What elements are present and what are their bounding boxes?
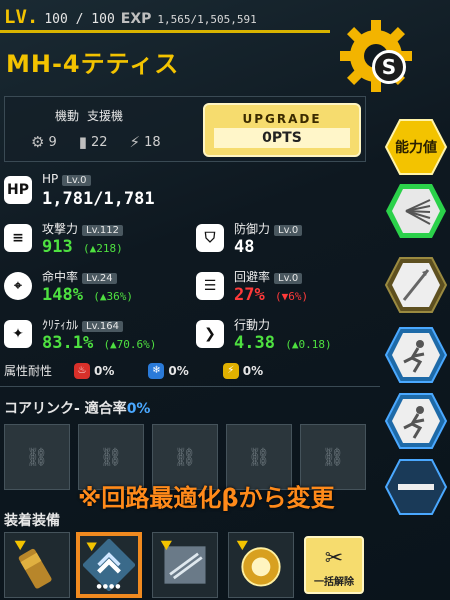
hp-icon: HP [4, 176, 32, 204]
rank-dots: ●●●● [96, 583, 122, 590]
exp-value: 1,565/1,505,591 [157, 13, 257, 26]
link-icon: ⛓ [25, 446, 49, 468]
link-icon: ⛓ [173, 446, 197, 468]
link-icon: ⛓ [321, 446, 345, 468]
stat-defense-name: 防御力 Lv.0 [234, 220, 303, 237]
tab-skill-5[interactable] [384, 458, 448, 516]
level-row: LV. 100 / 100 EXP 1,565/1,505,591 [4, 6, 257, 28]
equip-slot-2[interactable]: ●●●● [76, 532, 142, 598]
overlay-note: ※回路最適化βから変更 [78, 484, 335, 512]
gear-icon: ⚙ [31, 133, 45, 151]
resist-ice-value: 0% [168, 363, 189, 378]
stat-defense-value: 48 [234, 237, 255, 257]
resist-label: 属性耐性 [4, 364, 53, 378]
bullets-icon: ≡ [4, 224, 32, 252]
resource-canister-value: 22 [91, 134, 108, 150]
chevron-right-icon: ❯ [196, 320, 224, 348]
ice-icon: ❄ [148, 362, 165, 379]
unit-name: MH-4テティス [6, 50, 180, 78]
equip-slot-3[interactable] [152, 532, 218, 598]
tab-stats-label: 能力値 [395, 140, 437, 156]
stat-attack: ≡ 攻撃力 Lv.112 913 (▲218) [4, 220, 194, 260]
equip-title: 装着装備 [4, 513, 60, 529]
stat-attack-name: 攻撃力 Lv.112 [42, 220, 123, 237]
electric-icon: ⚡ [222, 362, 239, 379]
upgrade-title: UPGRADE [242, 112, 322, 126]
tab-skill-2[interactable] [384, 256, 448, 314]
stat-evasion-name: 回避率 Lv.0 [234, 268, 303, 285]
stat-accuracy: ⌖ 命中率 Lv.24 148% (▲36%) [4, 268, 194, 308]
equip-slot-4[interactable] [228, 532, 294, 598]
release-all-label: 一括解除 [314, 577, 354, 588]
equip-slot-1[interactable] [4, 532, 70, 598]
resource-canister: ▮ 22 [79, 133, 108, 151]
lightning-icon: ⚡ [129, 133, 141, 151]
stat-defense: ⛉ 防御力 Lv.0 48 [196, 220, 376, 260]
resist-electric-value: 0% [242, 363, 264, 378]
stat-hp-value: 1,781/1,781 [42, 189, 155, 209]
stat-critical-name: ｸﾘﾃｨｶﾙ Lv.164 [42, 316, 123, 333]
exp-bar-fill [0, 30, 330, 33]
level-value: 100 / 100 [44, 12, 115, 27]
resource-lightning: ⚡ 18 [130, 133, 161, 151]
tab-skill-4[interactable] [384, 392, 448, 450]
core-orb-icon [236, 540, 281, 587]
spark-icon: ✦ [4, 320, 32, 348]
stat-mobility-value: 4.38 (▲0.18) [234, 333, 332, 353]
tab-stats[interactable]: 能力値 [384, 118, 448, 176]
stat-attack-value: 913 (▲218) [42, 237, 123, 257]
resource-lightning-value: 18 [144, 134, 161, 150]
shield-icon: ⛉ [196, 224, 224, 252]
class-value: 支援機 [87, 109, 124, 123]
link-icon: ⛓ [247, 446, 271, 468]
canister-icon: ▮ [78, 133, 87, 151]
stat-accuracy-value: 148% (▲36%) [42, 285, 133, 305]
tab-skill-1[interactable] [384, 182, 448, 240]
stat-hp-name: HP Lv.0 [42, 172, 91, 186]
core-slot[interactable]: ⛓ [4, 424, 70, 490]
exp-bar [0, 30, 330, 33]
resource-gear: ⚙ 9 [31, 133, 57, 151]
battery-equip-icon [14, 540, 52, 589]
stat-hp: HP HP Lv.0 1,781/1,781 [4, 172, 204, 212]
resist-electric: ⚡ 0% [222, 362, 264, 379]
core-link-title: コアリンク- 適合率0% [4, 401, 151, 417]
stat-critical-value: 83.1% (▲70.6%) [42, 333, 157, 353]
tab-skill-3[interactable] [384, 326, 448, 384]
resource-gear-value: 9 [48, 134, 57, 150]
stat-mobility: ❯ 行動力 4.38 (▲0.18) [196, 316, 376, 356]
stat-accuracy-name: 命中率 Lv.24 [42, 268, 117, 285]
exp-label: EXP [120, 11, 152, 27]
upgrade-button[interactable]: UPGRADE 0PTS [203, 103, 361, 157]
level-label: LV. [4, 6, 39, 28]
upgrade-points: 0PTS [214, 128, 350, 148]
stat-critical: ✦ ｸﾘﾃｨｶﾙ Lv.164 83.1% (▲70.6%) [4, 316, 194, 356]
resist-fire: ♨ 0% [74, 362, 115, 379]
class-label: 機動 [55, 109, 80, 123]
link-icon: ⛓ [99, 446, 123, 468]
crosshair-icon: ⌖ [4, 272, 32, 300]
class-row: 機動 支援機 [55, 107, 123, 124]
stat-evasion-value: 27% (▼6%) [234, 285, 309, 305]
stat-evasion: ☰ 回避率 Lv.0 27% (▼6%) [196, 268, 376, 308]
missile-pod-icon [160, 540, 206, 584]
info-panel: 機動 支援機 ⚙ 9 ▮ 22 ⚡ 18 UPGRADE 0PTS [4, 96, 366, 162]
stat-mobility-name: 行動力 [234, 318, 271, 332]
resist-fire-value: 0% [94, 363, 115, 378]
divider [0, 386, 380, 387]
settings-badge[interactable]: S [372, 50, 406, 84]
unequip-icon: ✂ [324, 546, 344, 571]
fire-icon: ♨ [74, 362, 91, 379]
resist-ice: ❄ 0% [148, 362, 189, 379]
resource-row: ⚙ 9 ▮ 22 ⚡ 18 [31, 133, 161, 151]
evasion-lines-icon: ☰ [196, 272, 224, 300]
release-all-button[interactable]: ✂ 一括解除 [304, 536, 364, 594]
resist-row: 属性耐性 ♨ 0% ❄ 0% ⚡ 0% [4, 362, 263, 379]
